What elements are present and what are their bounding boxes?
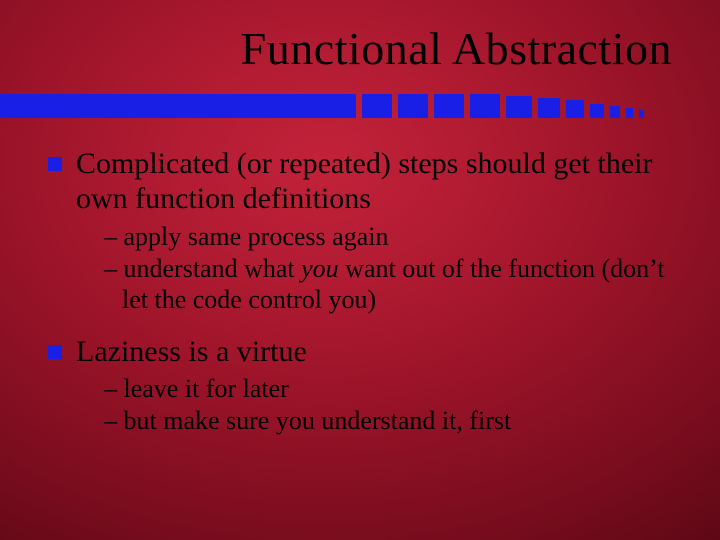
bullet-1-text: Complicated (or repeated) steps should g… [76, 146, 676, 217]
bullet-2-sub-2: – but make sure you understand it, first [104, 405, 676, 437]
bullet-1-subs: – apply same process again – understand … [104, 221, 676, 316]
square-bullet-icon [48, 345, 62, 359]
bullet-1-sub-2: – understand what you want out of the fu… [104, 253, 676, 316]
accent-bar [0, 94, 720, 118]
accent-bar-blocks [356, 94, 644, 118]
bullet-2-sub-1: – leave it for later [104, 373, 676, 405]
sub-text: – understand what [104, 254, 301, 283]
square-bullet-icon [48, 157, 62, 171]
bullet-2: Laziness is a virtue [48, 334, 676, 369]
bullet-1: Complicated (or repeated) steps should g… [48, 146, 676, 217]
accent-bar-solid [0, 94, 356, 118]
slide-title: Functional Abstraction [241, 22, 672, 75]
sub-text-italic: you [301, 254, 339, 283]
bullet-2-subs: – leave it for later – but make sure you… [104, 373, 676, 436]
bullet-2-text: Laziness is a virtue [76, 334, 307, 369]
slide-body: Complicated (or repeated) steps should g… [48, 146, 676, 455]
slide: Functional Abstraction Complicated (or r… [0, 0, 720, 540]
bullet-1-sub-1: – apply same process again [104, 221, 676, 253]
